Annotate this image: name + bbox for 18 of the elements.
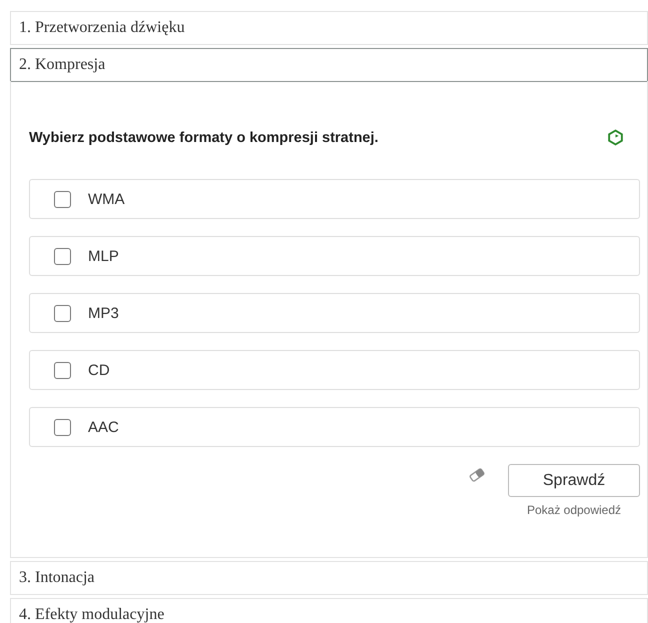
question-text: Wybierz podstawowe formaty o kompresji stratnej. xyxy=(29,130,378,146)
checkbox[interactable] xyxy=(54,304,71,322)
checkbox[interactable] xyxy=(54,248,71,264)
answer-option[interactable]: MLP xyxy=(29,236,640,276)
checkbox[interactable] xyxy=(54,190,71,208)
section-header[interactable]: 1. Przetworzenia dźwięku xyxy=(10,11,648,45)
section-header[interactable]: 4. Efekty modulacyjne xyxy=(10,598,648,623)
answer-option[interactable]: MP3 xyxy=(29,293,640,333)
answer-option[interactable]: AAC xyxy=(29,407,640,447)
check-button[interactable]: Sprawdź xyxy=(508,464,640,497)
checkbox[interactable] xyxy=(54,362,71,378)
answer-option[interactable]: WMA xyxy=(29,179,640,219)
answer-option[interactable]: CD xyxy=(29,350,640,390)
checkbox[interactable] xyxy=(54,418,71,436)
section-header[interactable]: 2. Kompresja xyxy=(10,48,648,82)
show-answer-link[interactable]: Pokaż odpowiedź xyxy=(526,503,622,517)
section-header[interactable]: 3. Intonacja xyxy=(10,561,648,595)
hexagon-icon xyxy=(607,129,624,146)
